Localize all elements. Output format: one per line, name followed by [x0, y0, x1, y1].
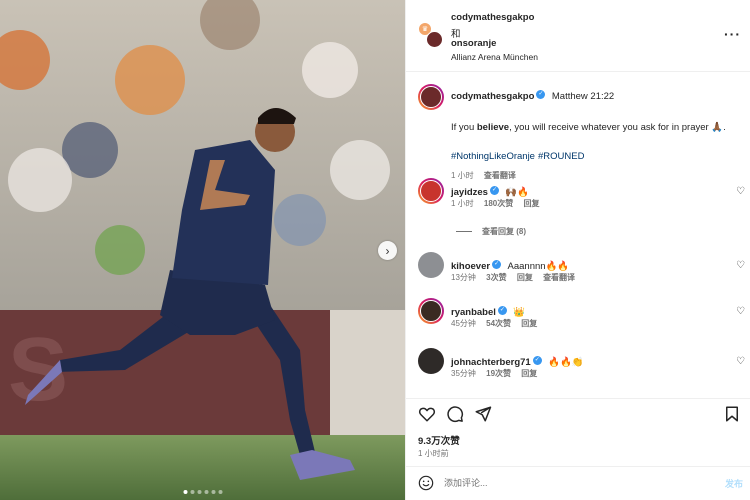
- comment-text: 🔥🔥👏: [548, 357, 584, 368]
- caption-text-bold: believe: [476, 122, 510, 133]
- comment-meta: 1 小时 180次赞 回复: [451, 198, 548, 209]
- comment-likes[interactable]: 3次赞: [486, 273, 506, 282]
- reply-button[interactable]: 回复: [521, 319, 537, 328]
- comment-icon[interactable]: [446, 405, 464, 423]
- post-comment-button[interactable]: 发布: [725, 477, 743, 490]
- verified-badge-icon: ✓: [536, 90, 546, 100]
- instagram-post-viewer: S › ♛ codymathesgakpo 和 onsoranje Allian…: [0, 0, 750, 500]
- reply-button[interactable]: 回复: [524, 199, 540, 208]
- carousel-next-button[interactable]: ›: [378, 241, 397, 260]
- heart-icon[interactable]: [418, 405, 436, 423]
- caption-text: If you: [451, 122, 477, 133]
- author-username[interactable]: codymathesgakpo: [451, 12, 534, 23]
- comments-list[interactable]: codymathesgakpo ✓ Matthew 21:22 If you be…: [406, 72, 750, 398]
- caption: codymathesgakpo ✓ Matthew 21:22 If you be…: [451, 86, 741, 181]
- comment-meta: 45分钟 54次赞 回复: [451, 318, 545, 329]
- share-icon[interactable]: [474, 405, 492, 423]
- view-replies-label: 查看回复 (8): [482, 227, 526, 236]
- comment-text: 👑: [513, 307, 526, 318]
- caption-author-avatar[interactable]: [418, 84, 444, 110]
- heart-icon[interactable]: ♡: [736, 260, 745, 271]
- carousel-dot: [197, 490, 201, 494]
- bookmark-icon[interactable]: [723, 405, 741, 423]
- carousel-dot: [218, 490, 222, 494]
- more-options-button[interactable]: ···: [724, 26, 741, 42]
- commenter-avatar[interactable]: [418, 298, 444, 324]
- comment-time: 35分钟: [451, 369, 476, 378]
- caption-text: , you will receive whatever you ask for …: [509, 122, 726, 133]
- see-translation-link[interactable]: 查看翻译: [543, 273, 575, 282]
- comment-text: Aaannnn🔥🔥: [507, 261, 570, 272]
- hashtag-link[interactable]: #ROUNED: [538, 151, 584, 162]
- verified-badge-icon: ✓: [492, 260, 502, 270]
- comment-item: johnachterberg71 ✓ 🔥🔥👏 35分钟 19次赞 回复 ♡: [406, 346, 750, 386]
- emoji-icon[interactable]: [418, 475, 434, 491]
- post-side-panel: ♛ codymathesgakpo 和 onsoranje Allianz Ar…: [405, 0, 750, 500]
- post-photo[interactable]: S ›: [0, 0, 405, 500]
- carousel-dot: [183, 490, 187, 494]
- caption-verse: Matthew 21:22: [551, 91, 615, 102]
- comment-username[interactable]: kihoever: [451, 261, 490, 272]
- post-time: 1 小时前: [418, 449, 449, 458]
- comment-username[interactable]: johnachterberg71: [451, 357, 531, 368]
- carousel-indicator: [183, 490, 222, 494]
- heart-icon[interactable]: ♡: [736, 186, 745, 197]
- comment-username[interactable]: jayidzes: [451, 187, 488, 198]
- comment-username[interactable]: ryanbabel: [451, 307, 496, 318]
- comment-text: 🙌🏾🔥: [505, 187, 530, 198]
- post-actions: 9.3万次赞 1 小时前: [406, 398, 750, 466]
- add-comment-bar: 发布: [406, 466, 750, 500]
- chevron-right-icon: ›: [385, 243, 390, 258]
- comment-meta: 13分钟 3次赞 回复 查看翻译: [451, 272, 583, 283]
- comment-input[interactable]: [444, 474, 694, 492]
- view-replies-button[interactable]: 查看回复 (8): [456, 226, 526, 237]
- comment-item: ryanbabel ✓ 👑 45分钟 54次赞 回复 ♡: [406, 296, 750, 336]
- collaborator-username[interactable]: onsoranje: [451, 38, 496, 49]
- post-header: ♛ codymathesgakpo 和 onsoranje Allianz Ar…: [406, 0, 750, 72]
- comment-time: 13分钟: [451, 273, 476, 282]
- carousel-dot: [211, 490, 215, 494]
- verified-badge-icon: ✓: [489, 186, 499, 196]
- replies-divider: [456, 231, 472, 233]
- football-player-image: S: [0, 0, 405, 500]
- verified-badge-icon: ✓: [497, 306, 507, 316]
- location-link[interactable]: Allianz Arena München: [451, 52, 538, 62]
- reply-button[interactable]: 回复: [517, 273, 533, 282]
- collab-avatars[interactable]: ♛: [418, 22, 444, 48]
- like-count[interactable]: 9.3万次赞: [418, 433, 460, 447]
- verified-badge-icon: ✓: [532, 356, 542, 366]
- heart-icon[interactable]: ♡: [736, 356, 745, 367]
- comment-meta: 35分钟 19次赞 回复: [451, 368, 545, 379]
- comment-item: jayidzes ✓ 🙌🏾🔥 1 小时 180次赞 回复 ♡ 查看回复 (8): [406, 176, 750, 236]
- comment-likes[interactable]: 180次赞: [484, 199, 513, 208]
- commenter-avatar[interactable]: [418, 348, 444, 374]
- commenter-avatar[interactable]: [418, 252, 444, 278]
- comment-item: kihoever ✓ Aaannnn🔥🔥 13分钟 3次赞 回复 查看翻译 ♡: [406, 250, 750, 290]
- comment-time: 1 小时: [451, 199, 474, 208]
- hashtag-link[interactable]: #NothingLikeOranje: [451, 151, 535, 162]
- reply-button[interactable]: 回复: [521, 369, 537, 378]
- comment-likes[interactable]: 19次赞: [486, 369, 511, 378]
- carousel-dot: [190, 490, 194, 494]
- comment-time: 45分钟: [451, 319, 476, 328]
- heart-icon[interactable]: ♡: [736, 306, 745, 317]
- author-avatar[interactable]: [426, 31, 443, 48]
- comment-likes[interactable]: 54次赞: [486, 319, 511, 328]
- caption-body: If you believe, you will receive whateve…: [451, 122, 741, 133]
- caption-username[interactable]: codymathesgakpo: [451, 91, 534, 102]
- carousel-dot: [204, 490, 208, 494]
- commenter-avatar[interactable]: [418, 178, 444, 204]
- hashtags: #NothingLikeOranje #ROUNED: [451, 151, 741, 162]
